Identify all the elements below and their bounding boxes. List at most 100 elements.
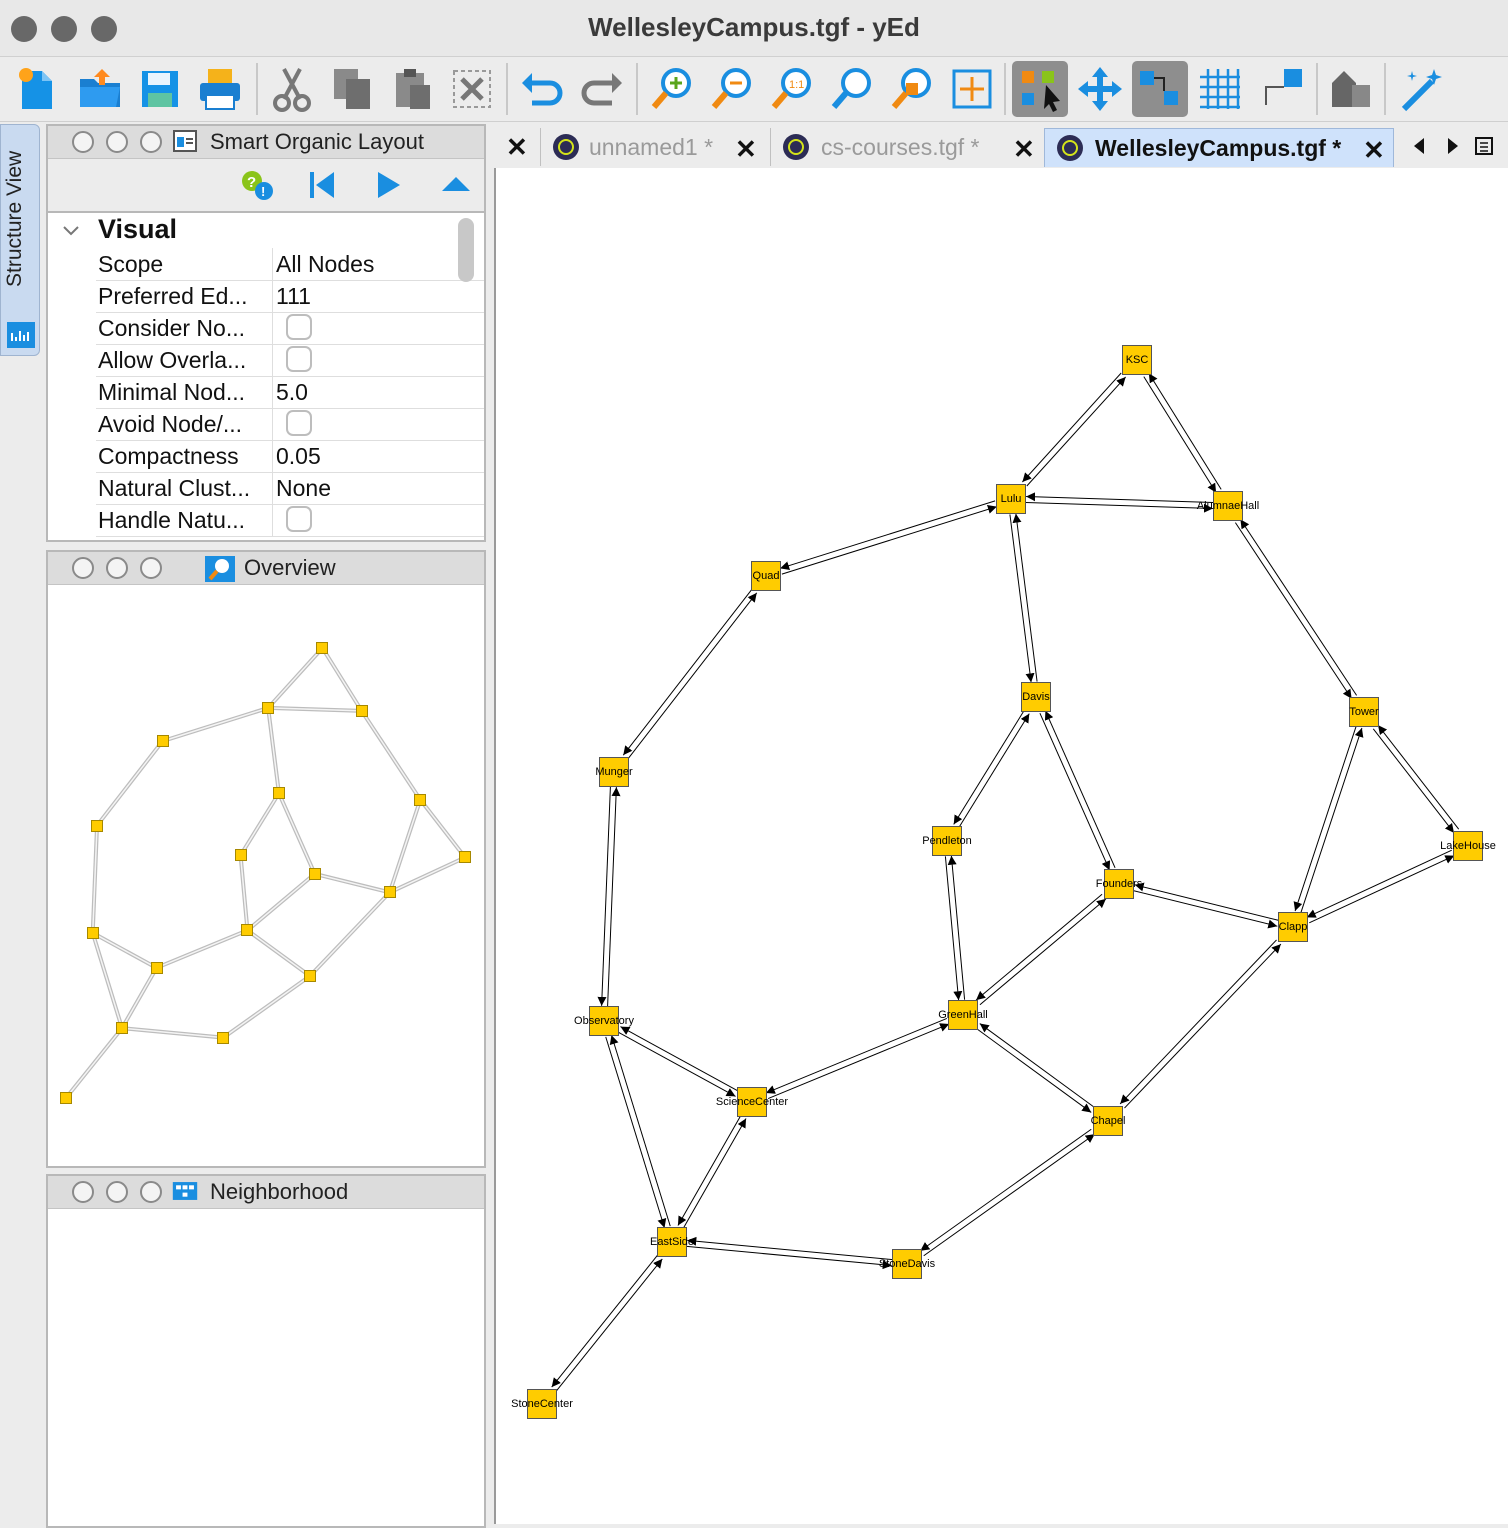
graph-edge[interactable] [1239,519,1358,696]
graph-edge[interactable] [686,1245,892,1270]
property-checkbox[interactable] [286,506,312,532]
graph-edge[interactable] [1044,710,1116,868]
graph-edge[interactable] [947,855,966,1000]
tabs-left-arrow-icon[interactable] [1412,136,1428,156]
graph-edge[interactable] [1372,728,1455,834]
graph-edge[interactable] [958,713,1030,828]
graph-edge[interactable] [682,1118,747,1229]
graph-edge[interactable] [1124,943,1282,1109]
panel-minimize-button[interactable] [106,131,128,153]
open-document-button[interactable] [72,61,128,117]
graph-edge[interactable] [1039,713,1111,871]
graph-edge[interactable] [551,1254,659,1388]
panel-maximize-button[interactable] [140,557,162,579]
property-checkbox[interactable] [286,314,312,340]
panel-close-button[interactable] [72,1181,94,1203]
help-icon[interactable]: ?! [240,169,276,201]
chevron-down-icon[interactable] [60,220,82,242]
property-row[interactable]: Handle Natu... [96,504,484,537]
grid-button[interactable] [1192,61,1248,117]
graph-edge[interactable] [975,893,1103,1001]
graph-edge[interactable] [677,1115,742,1226]
property-checkbox[interactable] [286,410,312,436]
graph-edge[interactable] [1309,855,1455,924]
overview-canvas[interactable] [48,586,484,1166]
property-row[interactable]: Avoid Node/... [96,408,484,441]
graph-edge[interactable] [1025,501,1213,513]
graph-edge[interactable] [767,1023,950,1100]
panel-minimize-button[interactable] [106,1181,128,1203]
graph-edge[interactable] [919,1128,1092,1252]
close-tab-button[interactable]: ✕ [506,132,528,163]
snap-lines-button[interactable] [1254,61,1310,117]
zoom-selection-button[interactable] [884,61,940,117]
zoom-out-button[interactable] [704,61,760,117]
edit-mode-button[interactable] [1012,61,1068,117]
close-tab-button[interactable]: ✕ [1013,134,1035,165]
collapse-up-icon[interactable] [440,171,472,199]
undo-button[interactable] [514,61,570,117]
graph-edge[interactable] [609,1034,671,1227]
run-layout-icon[interactable] [372,169,404,201]
graph-edge[interactable] [979,898,1107,1006]
tab-wellesleycampus[interactable]: WellesleyCampus.tgf * ✕ [1044,128,1394,167]
graph-edge[interactable] [1133,890,1278,929]
property-value[interactable]: 0.05 [276,443,321,470]
graph-edge[interactable] [1119,939,1277,1105]
panel-maximize-button[interactable] [140,1181,162,1203]
graph-edge[interactable] [1148,373,1222,490]
graph-edge[interactable] [1293,725,1357,912]
graph-edge[interactable] [1143,376,1217,493]
tab-unnamed1[interactable]: unnamed1 * ✕ [540,128,761,166]
graph-edge[interactable] [687,1236,893,1261]
graph-edge[interactable] [979,1023,1096,1109]
graph-edge[interactable] [1377,724,1460,830]
tabs-list-icon[interactable] [1474,136,1494,156]
property-row[interactable]: Minimal Nod... 5.0 [96,376,484,409]
graph-edge[interactable] [1026,492,1214,504]
orthogonal-mode-button[interactable] [1132,61,1188,117]
property-value[interactable]: None [276,475,331,502]
magic-wand-button[interactable] [1392,61,1448,117]
copy-button[interactable] [324,61,380,117]
graph-edge[interactable] [1022,372,1122,483]
zoom-in-button[interactable] [644,61,700,117]
delete-button[interactable] [444,61,500,117]
panel-close-button[interactable] [72,557,94,579]
graph-edge[interactable] [1009,514,1035,683]
layout-button[interactable] [1322,61,1378,117]
graph-canvas[interactable]: KSC Lulu AlumnaeHall Quad Davis Tower Munger Pe… [494,168,1508,1524]
reset-first-icon[interactable] [306,169,338,201]
close-tab-button[interactable]: ✕ [735,134,757,165]
cut-button[interactable] [264,61,320,117]
graph-edge[interactable] [765,1017,948,1094]
graph-edge[interactable] [1234,522,1353,699]
property-row[interactable]: Compactness 0.05 [96,440,484,473]
zoom-fit-button[interactable] [824,61,880,117]
graph-edge[interactable] [620,1026,739,1092]
property-row[interactable]: Allow Overla... [96,344,484,377]
paste-button[interactable] [384,61,440,117]
panel-maximize-button[interactable] [140,131,162,153]
graph-edge[interactable] [781,504,998,575]
tabs-right-arrow-icon[interactable] [1444,136,1460,156]
graph-edge[interactable] [1134,882,1279,921]
graph-edge[interactable] [605,1036,667,1229]
panel-minimize-button[interactable] [106,557,128,579]
graph-edge[interactable] [627,592,758,760]
graph-edge[interactable] [923,1133,1096,1257]
graph-edge[interactable] [1026,376,1126,487]
tab-cs-courses[interactable]: cs-courses.tgf * ✕ [770,128,1039,166]
graph-edge[interactable] [1012,513,1038,682]
new-document-button[interactable] [8,61,64,117]
fit-content-button[interactable] [944,61,1000,117]
graph-edge[interactable] [1300,727,1364,914]
graph-edge[interactable] [1306,849,1452,918]
property-row[interactable]: Preferred Ed... 111 [96,280,484,313]
graph-edge[interactable] [617,1031,736,1097]
graph-edge[interactable] [953,710,1025,825]
property-row[interactable]: Scope All Nodes [96,248,484,281]
property-checkbox[interactable] [286,346,312,372]
save-document-button[interactable] [132,61,188,117]
property-row[interactable]: Natural Clust... None [96,472,484,505]
